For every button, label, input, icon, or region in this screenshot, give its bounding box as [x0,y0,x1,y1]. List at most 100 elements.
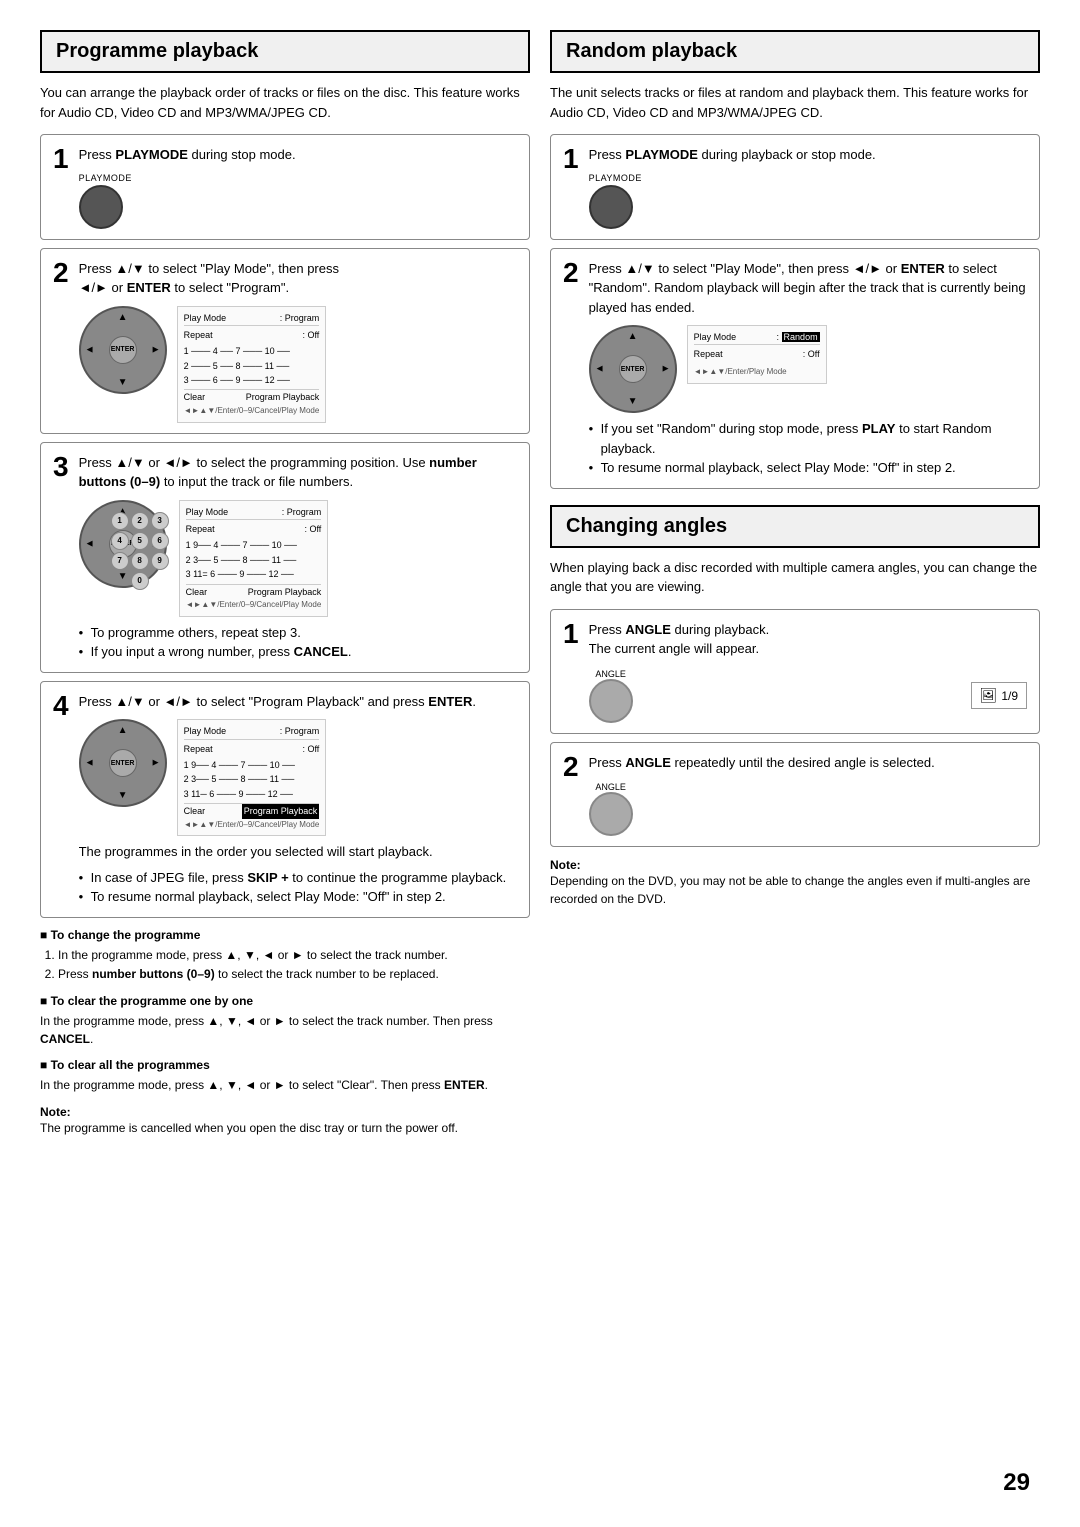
angle-step-number-1: 1 [563,620,579,648]
right-column: Random playback The unit selects tracks … [550,30,1040,1137]
random-step-1-visual: PLAYMODE [589,173,1027,229]
step-3-table: Play Mode: Program Repeat: Off 1 9── 4 ─… [179,500,329,617]
step-4-visual: ▲ ▼ ◄ ► ENTER Play Mode: Program Repeat:… [79,719,517,836]
sub-section-change: To change the programme In the programme… [40,928,530,984]
angle-step-number-2: 2 [563,753,579,781]
sub-title-clear-all: To clear all the programmes [40,1058,530,1072]
random-step-number-1: 1 [563,145,579,173]
dpad-down-4: ▼ [118,790,128,801]
angle-indicator: 1/9 [1001,689,1018,703]
programme-step-3: 3 Press ▲/▼ or ◄/► to select the program… [40,442,530,673]
dpad-step-4: ▲ ▼ ◄ ► ENTER [79,719,167,807]
angle-step-1-content: Press ANGLE during playback.The current … [589,620,1027,723]
random-step-1-text: Press PLAYMODE during playback or stop m… [589,145,1027,165]
program-playback-highlight: Program Playback [242,804,320,818]
num-0: 0 [131,572,149,590]
step-4-text: Press ▲/▼ or ◄/► to select "Program Play… [79,692,517,712]
random-step-2-text: Press ▲/▼ to select "Play Mode", then pr… [589,259,1027,318]
dpad-up-arrow: ▲ [118,312,128,323]
step-1-visual: PLAYMODE [79,173,517,229]
step-3-bullets: To programme others, repeat step 3. If y… [79,623,517,662]
playmode-button-group: PLAYMODE [79,173,132,229]
random-step-2-table: Play Mode : Random Repeat: Off ◄►▲▼/Ente… [687,325,827,384]
dpad-left-4: ◄ [85,758,95,769]
table-tracks: 1 ─── 4 ── 7 ─── 10 ── 2 ─── 5 ── 8 ─── … [184,344,320,387]
dpad-enter: ENTER [109,336,137,364]
dpad-right-arrow: ► [151,344,161,355]
programme-step-2: 2 Press ▲/▼ to select "Play Mode", then … [40,248,530,434]
step-2-text: Press ▲/▼ to select "Play Mode", then pr… [79,259,517,298]
angle-step-2-content: Press ANGLE repeatedly until the desired… [589,753,1027,837]
angles-note-text: Depending on the DVD, you may not be abl… [550,874,1030,906]
step-1-text: Press PLAYMODE during stop mode. [79,145,517,165]
programme-step-4: 4 Press ▲/▼ or ◄/► to select "Program Pl… [40,681,530,918]
angle-step-1-text: Press ANGLE during playback.The current … [589,620,1027,659]
table-row-mode: Play Mode: Program [184,311,320,326]
random-step-2-content: Press ▲/▼ to select "Play Mode", then pr… [589,259,1027,478]
random-step-2: 2 Press ▲/▼ to select "Play Mode", then … [550,248,1040,489]
table-row-repeat: Repeat: Off [184,328,320,342]
random-step-2-bullets: If you set "Random" during stop mode, pr… [589,419,1027,478]
angles-note: Note: Depending on the DVD, you may not … [550,857,1040,908]
random-step-2-visual: ▲ ▼ ◄ ► ENTER Play Mode : Random Repeat:… [589,325,1027,413]
step-1-content: Press PLAYMODE during stop mode. PLAYMOD… [79,145,517,229]
dpad-random-2: ▲ ▼ ◄ ► ENTER [589,325,677,413]
dpad-left-arrow: ◄ [85,344,95,355]
sub-section-clear-all: To clear all the programmes In the progr… [40,1058,530,1094]
dpad-down-arrow: ▼ [118,377,128,388]
step-3-content: Press ▲/▼ or ◄/► to select the programmi… [79,453,517,662]
changing-angles-intro: When playing back a disc recorded with m… [550,558,1040,597]
dpad-numpad-group: ▲ ▼ ◄ ► ENTER 1 2 3 4 5 [79,500,169,590]
sub-section-clear-one: To clear the programme one by one In the… [40,994,530,1048]
playmode-label: PLAYMODE [79,173,132,183]
step-4-content: Press ▲/▼ or ◄/► to select "Program Play… [79,692,517,907]
dpad-enter-random: ENTER [619,355,647,383]
num-4: 4 [111,532,129,550]
page-layout: Programme playback You can arrange the p… [40,30,1040,1137]
random-playback-intro: The unit selects tracks or files at rand… [550,83,1040,122]
playmode-button [79,185,123,229]
dpad-enter-4: ENTER [109,749,137,777]
step-4-bullets: In case of JPEG file, press SKIP + to co… [79,868,517,907]
num-9: 9 [151,552,169,570]
angle-step-2-text: Press ANGLE repeatedly until the desired… [589,753,1027,773]
num-5: 5 [131,532,149,550]
programme-note: Note: The programme is cancelled when yo… [40,1104,530,1137]
sub-title-change: To change the programme [40,928,530,942]
random-playback-title: Random playback [550,30,1040,73]
changing-angles-title: Changing angles [550,505,1040,548]
random-step-number-2: 2 [563,259,579,287]
page-number: 29 [1003,1469,1030,1497]
angle-button-2 [589,792,633,836]
changing-angles-section: Changing angles When playing back a disc… [550,505,1040,909]
dpad-up-4: ▲ [118,725,128,736]
random-highlight: Random [782,332,820,342]
step-number-1: 1 [53,145,69,173]
angle-step-2-visual: ANGLE [589,782,1027,836]
step-2-table: Play Mode: Program Repeat: Off 1 ─── 4 ─… [177,306,327,423]
dpad-right-4: ► [151,758,161,769]
num-3: 3 [151,512,169,530]
angle-button-1 [589,679,633,723]
programme-step-1: 1 Press PLAYMODE during stop mode. PLAYM… [40,134,530,240]
num-8: 8 [131,552,149,570]
random-step-1-content: Press PLAYMODE during playback or stop m… [589,145,1027,229]
step-2-visual: ▲ ▼ ◄ ► ENTER Play Mode: Program Repeat:… [79,306,517,423]
num-7: 7 [111,552,129,570]
step-2-content: Press ▲/▼ to select "Play Mode", then pr… [79,259,517,423]
random-playmode-button [589,185,633,229]
angle-step-2: 2 Press ANGLE repeatedly until the desir… [550,742,1040,848]
angle-step-1: 1 Press ANGLE during playback.The curren… [550,609,1040,734]
step-3-visual: ▲ ▼ ◄ ► ENTER 1 2 3 4 5 [79,500,517,617]
num-1: 1 [111,512,129,530]
step-number-3: 3 [53,453,69,481]
step-number-2: 2 [53,259,69,287]
step-3-text: Press ▲/▼ or ◄/► to select the programmi… [79,453,517,492]
angle-step-1-visual: ANGLE 🖼 1/9 [589,669,1027,723]
programme-playback-title: Programme playback [40,30,530,73]
sub-title-clear-one: To clear the programme one by one [40,994,530,1008]
step-number-4: 4 [53,692,69,720]
num-6: 6 [151,532,169,550]
random-step-1: 1 Press PLAYMODE during playback or stop… [550,134,1040,240]
numpad-step-3: 1 2 3 4 5 6 7 8 9 0 [111,512,169,590]
